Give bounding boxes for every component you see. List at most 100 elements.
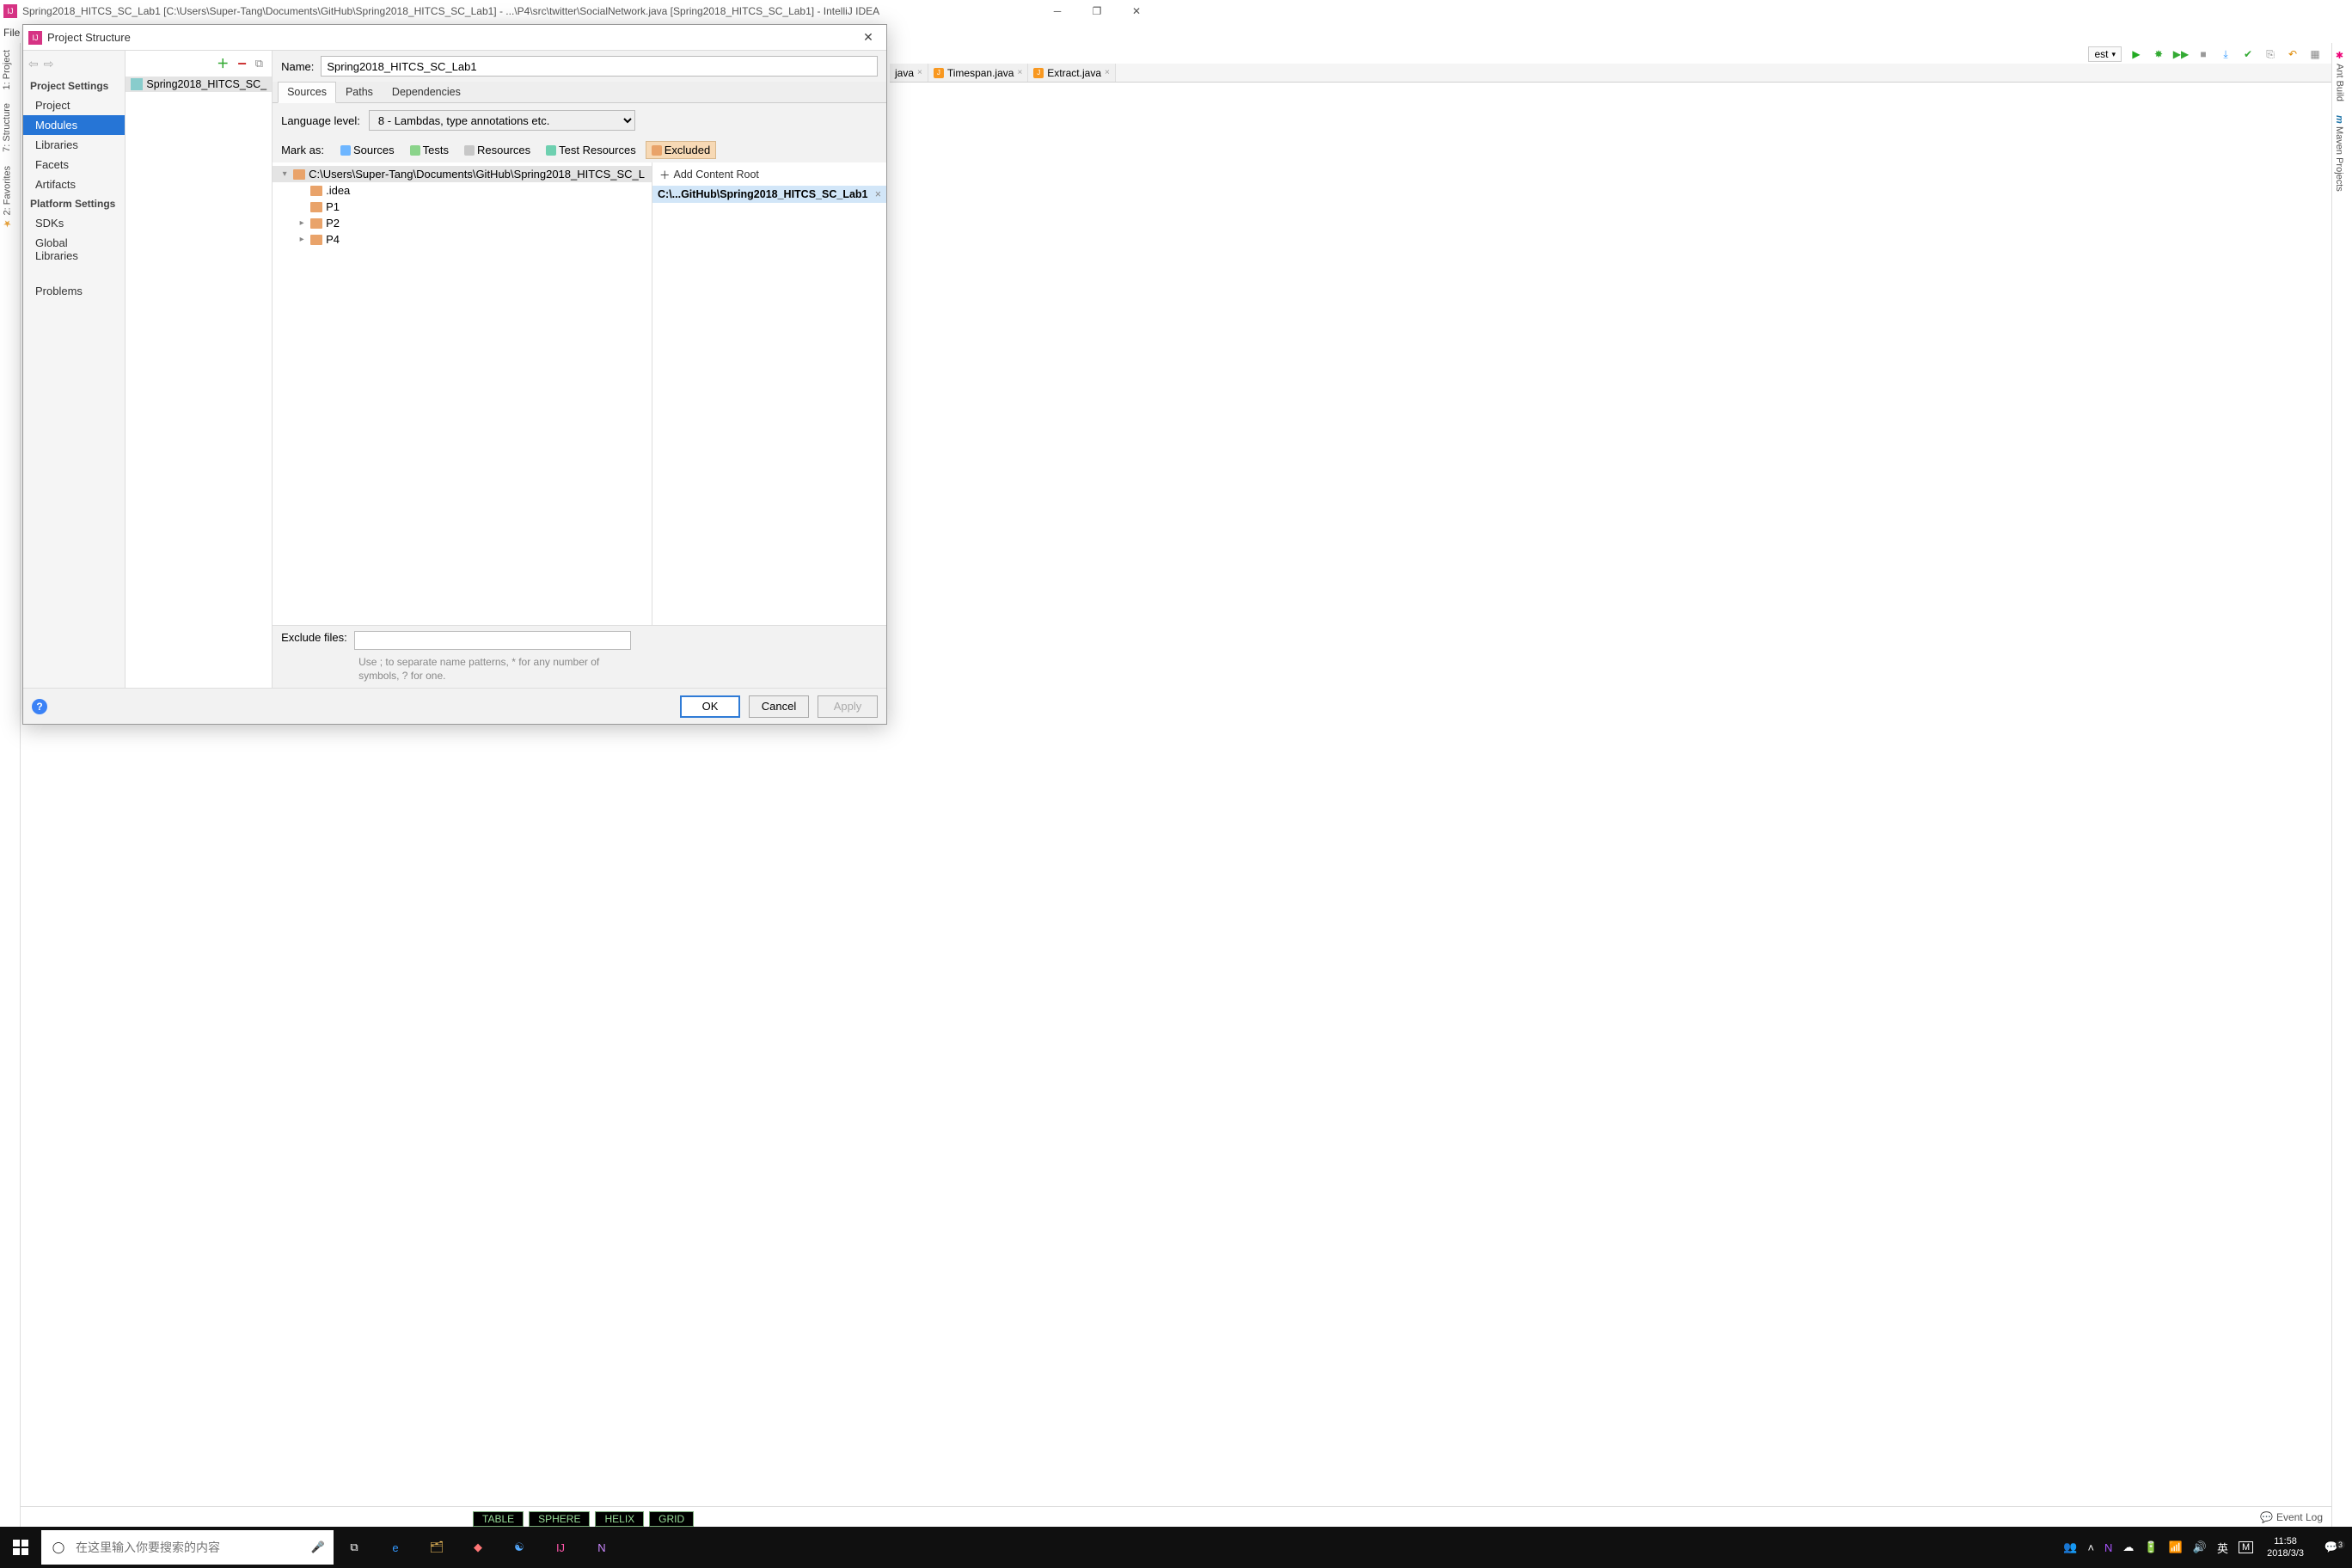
close-button[interactable]: ✕ [1117, 0, 1156, 22]
taskbar-explorer-icon[interactable]: 🗂 [416, 1527, 457, 1568]
minimize-button[interactable]: ─ [1038, 0, 1077, 22]
remove-root-icon[interactable]: × [875, 188, 881, 200]
toolwindow-favorites[interactable]: ★2: Favorites [0, 159, 15, 236]
vcs-revert-icon[interactable]: ↶ [2285, 46, 2300, 62]
tag-sphere[interactable]: SPHERE [529, 1511, 590, 1527]
forward-icon[interactable]: ⇨ [44, 57, 54, 71]
maximize-button[interactable]: ❐ [1077, 0, 1117, 22]
close-icon[interactable]: × [1105, 68, 1110, 77]
start-button[interactable] [0, 1527, 41, 1568]
ime-icon[interactable]: 英 [2217, 1540, 2228, 1556]
content-tree[interactable]: ▾ C:\Users\Super-Tang\Documents\GitHub\S… [273, 162, 652, 625]
vcs-history-icon[interactable]: ⎘ [2263, 46, 2278, 62]
taskbar-app2-icon[interactable]: ☯ [499, 1527, 540, 1568]
toolwindow-structure[interactable]: 7: Structure [0, 96, 14, 159]
run-icon[interactable]: ▶ [2128, 46, 2144, 62]
toolwindow-project[interactable]: 1: Project [0, 43, 14, 96]
ime-mode-icon[interactable]: M [2239, 1541, 2253, 1553]
taskbar-edge-icon[interactable]: e [375, 1527, 416, 1568]
project-structure-icon[interactable]: ▦ [2307, 46, 2323, 62]
nav-item-sdks[interactable]: SDKs [23, 213, 125, 233]
tag-helix[interactable]: HELIX [595, 1511, 644, 1527]
task-view-icon[interactable]: ⧉ [334, 1527, 375, 1568]
taskbar-app3-icon[interactable]: N [581, 1527, 622, 1568]
battery-icon[interactable]: 🔋 [2144, 1540, 2158, 1554]
editor-tab-timespan[interactable]: J Timespan.java× [928, 64, 1028, 82]
tab-paths[interactable]: Paths [336, 82, 383, 102]
expand-icon[interactable]: ▸ [297, 235, 307, 244]
vcs-update-icon[interactable]: ⤓ [2218, 46, 2233, 62]
tree-item-p1[interactable]: P1 [273, 199, 652, 215]
mark-resources-button[interactable]: Resources [458, 141, 536, 159]
chevron-up-icon[interactable]: ˄ [2087, 1541, 2094, 1554]
taskbar-clock[interactable]: 11:58 2018/3/3 [2260, 1535, 2311, 1559]
action-center-icon[interactable]: 💬3 [2311, 1540, 2352, 1554]
nav-item-facets[interactable]: Facets [23, 155, 125, 175]
cortana-icon[interactable]: ◯ [41, 1540, 76, 1554]
onedrive-icon[interactable]: ☁ [2122, 1540, 2134, 1554]
remove-module-icon[interactable]: − [237, 55, 247, 73]
help-icon[interactable]: ? [32, 699, 47, 714]
apply-button[interactable]: Apply [818, 695, 878, 718]
tree-item-p2[interactable]: ▸ P2 [273, 215, 652, 231]
tag-table[interactable]: TABLE [473, 1511, 524, 1527]
editor-tab-extract[interactable]: J Extract.java× [1028, 64, 1116, 82]
nav-item-problems[interactable]: Problems [23, 281, 125, 301]
taskbar-search[interactable]: ◯ 🎤 [41, 1530, 334, 1565]
expand-icon[interactable]: ▾ [279, 169, 290, 179]
add-content-root-button[interactable]: ＋ Add Content Root [652, 162, 886, 186]
module-row[interactable]: Spring2018_HITCS_SC_ [126, 77, 272, 92]
stop-icon[interactable]: ■ [2196, 46, 2211, 62]
mark-excluded-button[interactable]: Excluded [646, 141, 716, 159]
dialog-titlebar[interactable]: IJ Project Structure ✕ [23, 25, 886, 51]
dialog-close-button[interactable]: ✕ [855, 30, 881, 45]
tree-item-p4[interactable]: ▸ P4 [273, 231, 652, 248]
dialog-nav-toolbar: ⇦ ⇨ [23, 51, 125, 77]
nav-item-libraries[interactable]: Libraries [23, 135, 125, 155]
tag-grid[interactable]: GRID [649, 1511, 694, 1527]
editor-tab-partial[interactable]: java× [890, 64, 928, 82]
cancel-button[interactable]: Cancel [749, 695, 809, 718]
nav-section-project-settings: Project Settings [23, 77, 125, 95]
nav-item-project[interactable]: Project [23, 95, 125, 115]
event-log-button[interactable]: 💬 Event Log [2260, 1511, 2323, 1523]
menu-file[interactable]: File [3, 27, 20, 39]
people-icon[interactable]: 👥 [2063, 1540, 2077, 1554]
mic-icon[interactable]: 🎤 [303, 1540, 334, 1554]
tab-dependencies[interactable]: Dependencies [383, 82, 470, 102]
tree-root[interactable]: ▾ C:\Users\Super-Tang\Documents\GitHub\S… [273, 166, 652, 182]
onenote-tray-icon[interactable]: N [2104, 1541, 2112, 1554]
language-level-select[interactable]: 8 - Lambdas, type annotations etc. [369, 110, 635, 131]
dialog-title: Project Structure [47, 31, 131, 44]
close-icon[interactable]: × [917, 68, 922, 77]
add-module-icon[interactable]: ＋ [217, 55, 229, 72]
taskbar-intellij-icon[interactable]: IJ [540, 1527, 581, 1568]
mark-sources-button[interactable]: Sources [334, 141, 401, 159]
mark-tests-button[interactable]: Tests [404, 141, 455, 159]
search-input[interactable] [76, 1540, 303, 1554]
close-icon[interactable]: × [1017, 68, 1022, 77]
tab-sources[interactable]: Sources [278, 82, 336, 103]
module-name-input[interactable] [321, 56, 878, 77]
coverage-icon[interactable]: ▶▶ [2173, 46, 2189, 62]
nav-item-global-libraries[interactable]: Global Libraries [23, 233, 125, 266]
toolwindow-ant[interactable]: ✱Ant Build [2332, 43, 2347, 108]
nav-item-modules[interactable]: Modules [23, 115, 125, 135]
ok-button[interactable]: OK [680, 695, 740, 718]
toolwindow-maven[interactable]: mMaven Projects [2332, 108, 2346, 199]
copy-module-icon[interactable]: ⧉ [255, 57, 263, 70]
expand-icon[interactable]: ▸ [297, 218, 307, 228]
taskbar-app1-icon[interactable]: ◆ [457, 1527, 499, 1568]
tree-item-idea[interactable]: .idea [273, 182, 652, 199]
vcs-commit-icon[interactable]: ✔ [2240, 46, 2256, 62]
nav-item-artifacts[interactable]: Artifacts [23, 175, 125, 194]
wifi-icon[interactable]: 📶 [2169, 1540, 2183, 1554]
volume-icon[interactable]: 🔊 [2193, 1540, 2207, 1554]
exclude-files-input[interactable] [354, 631, 631, 650]
back-icon[interactable]: ⇦ [28, 57, 39, 71]
run-config-dropdown[interactable]: est▾ [2088, 46, 2122, 62]
content-root-item[interactable]: C:\...GitHub\Spring2018_HITCS_SC_Lab1 × [652, 186, 886, 203]
mark-test-resources-button[interactable]: Test Resources [540, 141, 642, 159]
debug-icon[interactable]: ✸ [2151, 46, 2166, 62]
module-tabs: Sources Paths Dependencies [273, 82, 886, 103]
